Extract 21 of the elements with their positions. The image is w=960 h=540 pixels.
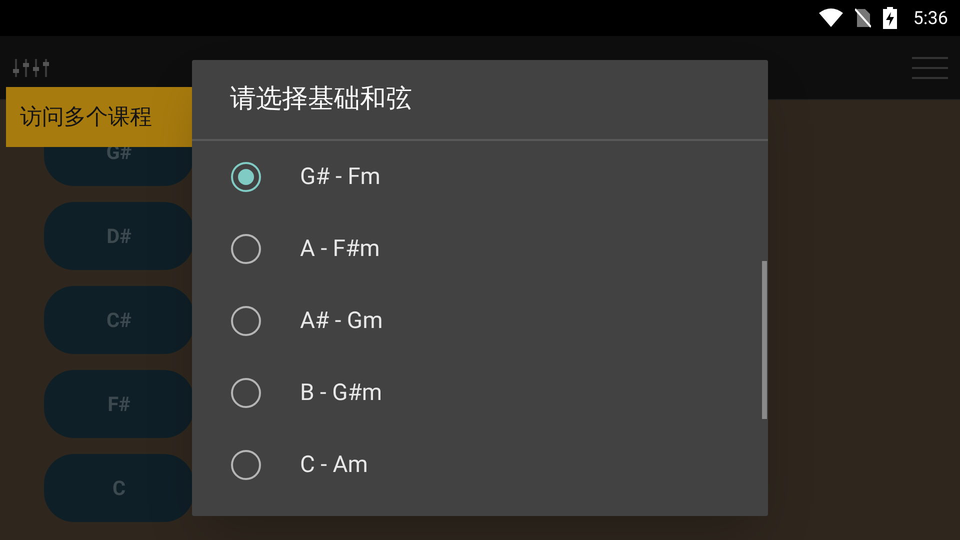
clock-time: 5:36 xyxy=(913,6,948,30)
option-label: A - F#m xyxy=(300,234,380,264)
radio-option[interactable]: B - G#m xyxy=(192,357,768,429)
dialog-title: 请选择基础和弦 xyxy=(230,83,412,116)
radio-option[interactable]: C - Am xyxy=(192,429,768,501)
option-label: A# - Gm xyxy=(300,306,383,336)
radio-option[interactable]: G# - Fm xyxy=(192,141,768,213)
equalizer-icon xyxy=(12,56,50,78)
radio-button[interactable] xyxy=(231,378,261,408)
radio-button[interactable] xyxy=(231,162,261,192)
radio-option[interactable]: A - F#m xyxy=(192,213,768,285)
radio-button[interactable] xyxy=(231,450,261,480)
radio-button[interactable] xyxy=(231,306,261,336)
radio-option[interactable]: A# - Gm xyxy=(192,285,768,357)
radio-button[interactable] xyxy=(231,234,261,264)
no-sim-icon xyxy=(855,8,872,28)
option-label: G# - Fm xyxy=(300,162,380,192)
option-label: C - Am xyxy=(300,450,368,480)
battery-charging-icon xyxy=(883,7,898,29)
wifi-icon xyxy=(819,8,844,28)
option-label: B - G#m xyxy=(300,378,382,408)
